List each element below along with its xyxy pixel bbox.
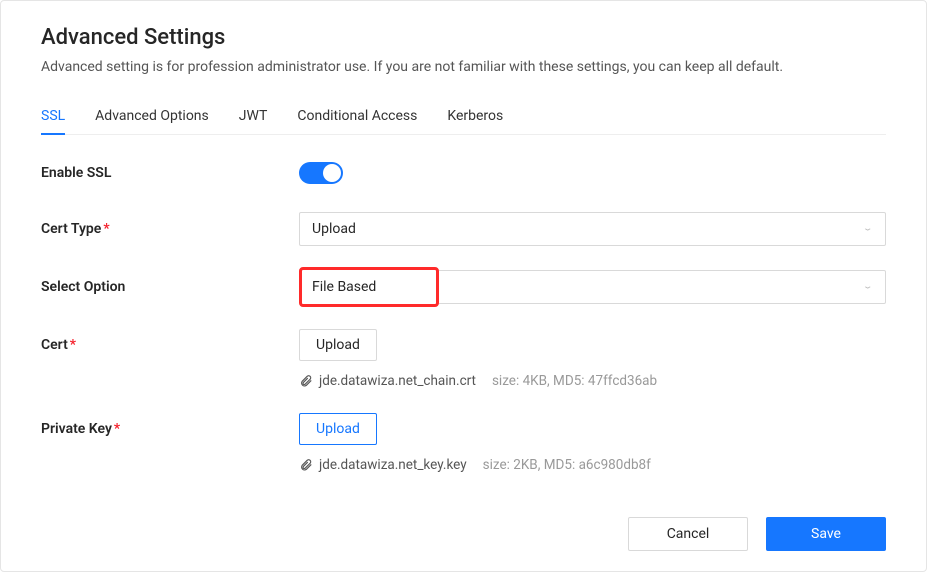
cert-upload-button[interactable]: Upload [299,329,377,361]
label-select-option: Select Option [41,279,299,295]
cert-file-name: jde.datawiza.net_chain.crt [319,373,476,389]
label-cert-text: Cert [41,337,68,353]
label-cert: Cert* [41,337,299,353]
required-marker: * [114,421,120,437]
page-subtitle: Advanced setting is for profession admin… [41,58,886,78]
tab-kerberos[interactable]: Kerberos [447,100,503,134]
toggle-knob [323,164,341,182]
paperclip-icon [299,374,313,388]
row-private-key: Private Key* Upload [41,411,886,447]
cert-type-value: Upload [312,221,356,237]
chevron-down-icon: ⌄ [862,282,873,291]
private-key-upload-button[interactable]: Upload [299,413,377,445]
tab-conditional-access[interactable]: Conditional Access [297,100,417,134]
footer-buttons: Cancel Save [628,517,886,551]
row-cert: Cert* Upload [41,327,886,363]
row-enable-ssl: Enable SSL [41,155,886,191]
label-private-key-text: Private Key [41,421,112,437]
required-marker: * [103,221,109,237]
chevron-down-icon: ⌄ [862,224,873,233]
private-key-file-line: jde.datawiza.net_key.key size: 2KB, MD5:… [299,457,886,473]
save-button[interactable]: Save [766,517,886,551]
cert-file-line: jde.datawiza.net_chain.crt size: 4KB, MD… [299,373,886,389]
row-select-option: Select Option File Based ⌄ [41,267,886,307]
advanced-settings-panel: Advanced Settings Advanced setting is fo… [0,0,927,572]
select-option-value: File Based [312,279,376,295]
cert-type-select[interactable]: Upload ⌄ [299,212,886,246]
cert-file-meta: size: 4KB, MD5: 47ffcd36ab [492,373,657,389]
required-marker: * [70,337,76,353]
cancel-button[interactable]: Cancel [628,517,748,551]
page-title: Advanced Settings [41,25,886,50]
label-cert-type-text: Cert Type [41,221,101,237]
tab-advanced-options[interactable]: Advanced Options [95,100,209,134]
row-cert-type: Cert Type* Upload ⌄ [41,211,886,247]
select-option-rest[interactable]: ⌄ [437,270,886,304]
label-private-key: Private Key* [41,421,299,437]
tab-ssl[interactable]: SSL [41,100,65,134]
private-key-file-meta: size: 2KB, MD5: a6c980db8f [483,457,651,473]
tab-jwt[interactable]: JWT [239,100,268,134]
paperclip-icon [299,458,313,472]
select-option-select[interactable]: File Based [299,267,439,307]
enable-ssl-toggle[interactable] [299,162,343,184]
tabs: SSL Advanced Options JWT Conditional Acc… [41,100,886,135]
label-enable-ssl: Enable SSL [41,165,299,181]
private-key-file-name: jde.datawiza.net_key.key [319,457,467,473]
select-option-wrap: File Based ⌄ [299,267,886,307]
label-cert-type: Cert Type* [41,221,299,237]
